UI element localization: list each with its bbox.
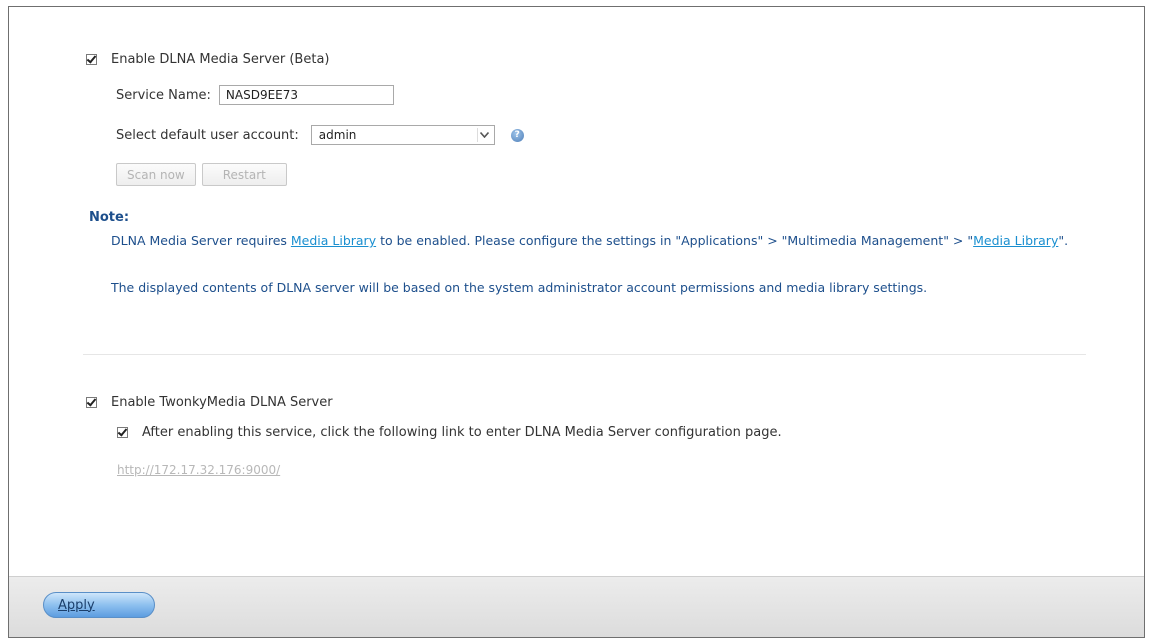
enable-twonky-checkbox[interactable] [86,397,97,408]
default-user-label: Select default user account: [116,127,299,143]
service-name-row: Service Name: [116,85,394,105]
service-name-input[interactable] [218,85,394,105]
note-line1-middle: to be enabled. Please configure the sett… [376,233,974,248]
media-library-link-2[interactable]: Media Library [973,233,1058,248]
enable-twonky-label: Enable TwonkyMedia DLNA Server [111,395,333,410]
apply-label: Apply [58,597,95,613]
twonky-config-link[interactable]: http://172.17.32.176:9000/ [117,463,280,477]
note-line1-suffix: ". [1058,233,1069,248]
default-user-row: Select default user account: admin ? [116,125,524,145]
note-title: Note: [89,210,130,225]
enable-twonky-row: Enable TwonkyMedia DLNA Server [86,395,333,410]
restart-button[interactable]: Restart [201,163,287,186]
settings-content: Enable DLNA Media Server (Beta) Service … [9,7,1144,577]
twonky-sub-row: After enabling this service, click the f… [117,425,782,440]
apply-button[interactable]: Apply [43,592,155,618]
twonky-sub-label: After enabling this service, click the f… [142,425,782,440]
settings-panel: Enable DLNA Media Server (Beta) Service … [8,6,1145,638]
note-line-1: DLNA Media Server requires Media Library… [111,233,1071,248]
enable-dlna-checkbox[interactable] [86,54,97,65]
scan-now-button[interactable]: Scan now [116,163,196,186]
section-divider [83,354,1086,355]
service-name-label: Service Name: [116,87,211,103]
note-line-2: The displayed contents of DLNA server wi… [111,280,928,295]
default-user-value: admin [318,128,357,142]
help-icon[interactable]: ? [510,128,524,142]
dlna-actions-row: Scan now Restart [116,163,287,186]
footer-bar: Apply [9,576,1144,637]
twonky-sub-checkbox[interactable] [117,427,128,438]
enable-dlna-label: Enable DLNA Media Server (Beta) [111,52,330,67]
chevron-down-icon [476,128,492,142]
default-user-select[interactable]: admin [310,125,495,145]
media-library-link[interactable]: Media Library [291,233,376,248]
note-line1-prefix: DLNA Media Server requires [111,233,291,248]
enable-dlna-row: Enable DLNA Media Server (Beta) [86,52,329,67]
